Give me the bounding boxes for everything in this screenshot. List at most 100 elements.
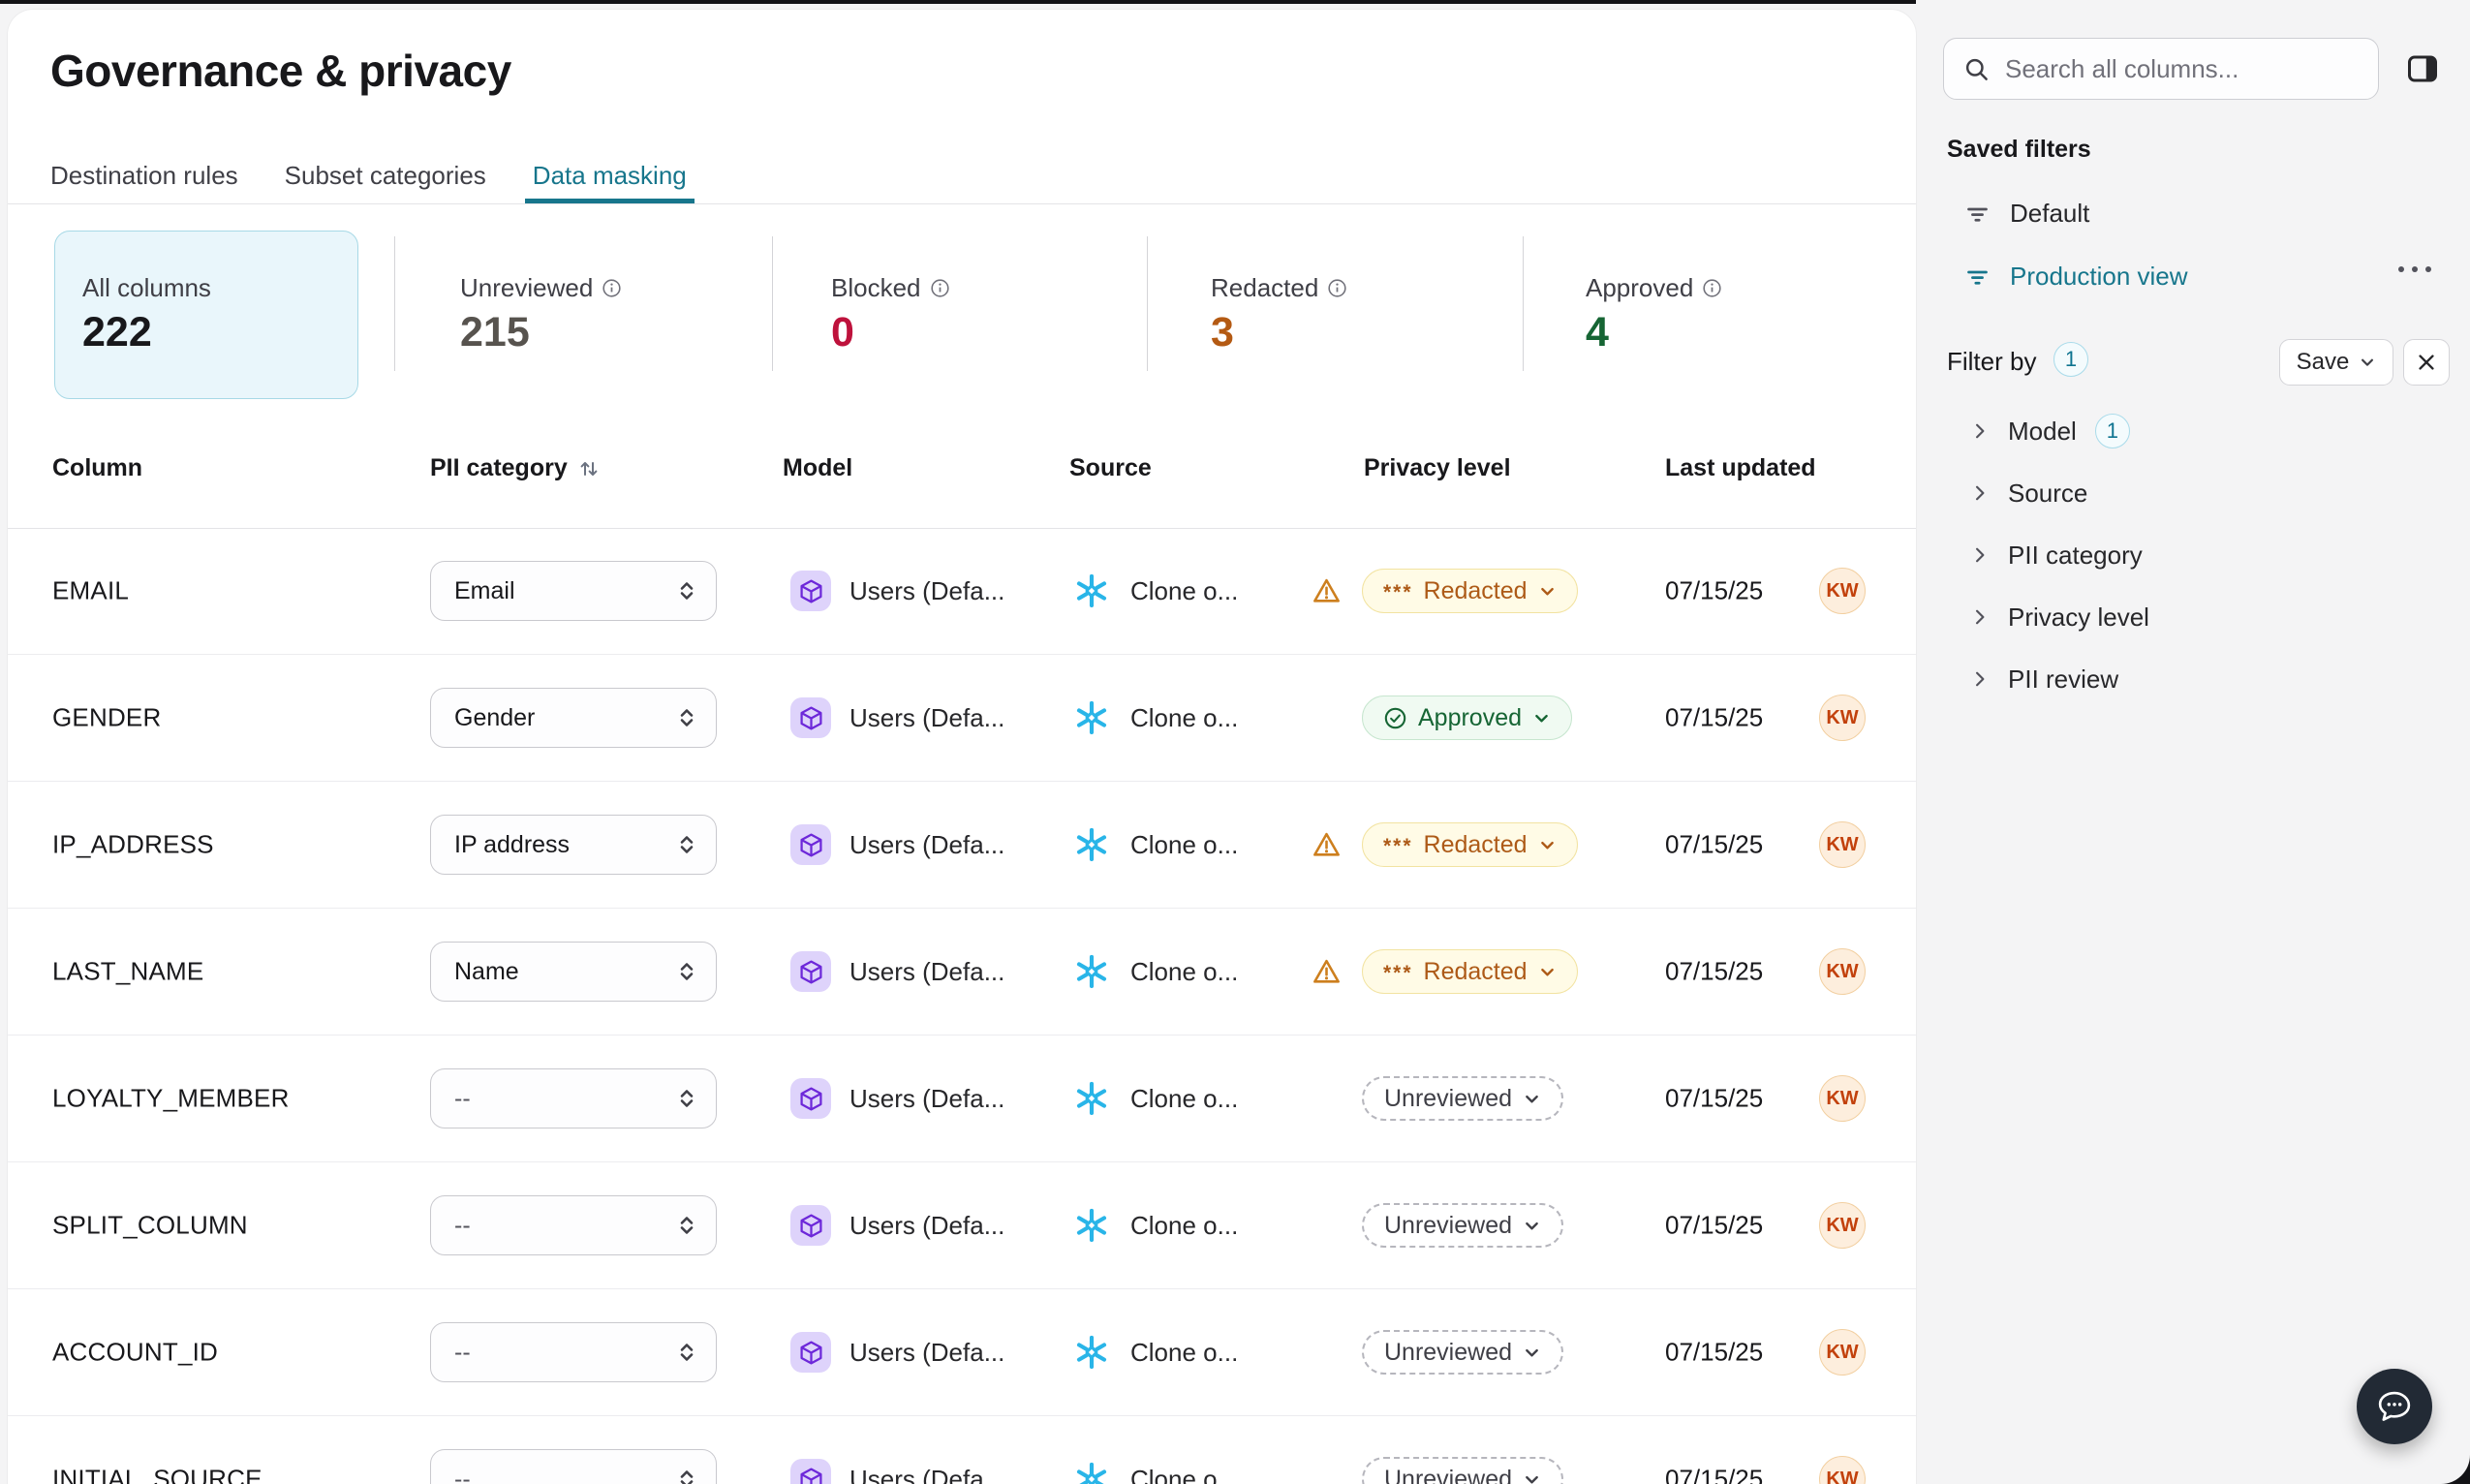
- stats-band: All columns 222 Unreviewed 215 Blocked 0…: [8, 204, 1916, 399]
- filter-group-source[interactable]: Source: [1970, 471, 2087, 515]
- info-icon: [602, 278, 622, 298]
- save-button[interactable]: Save: [2279, 339, 2393, 386]
- last-updated: 07/15/25: [1665, 702, 1764, 732]
- column-name: INITIAL_SOURCE: [52, 1464, 262, 1484]
- stat-divider: [394, 236, 395, 371]
- privacy-level-pill[interactable]: *** Redacted: [1362, 569, 1578, 613]
- table-row: LOYALTY_MEMBER -- Users (Defa... Clone o…: [8, 1036, 1916, 1162]
- snowflake-icon: [1073, 1080, 1110, 1117]
- source-cell: Clone o...: [1073, 1207, 1238, 1244]
- column-header-source: Source: [1069, 454, 1152, 481]
- window-top-edge: [0, 0, 1916, 4]
- snowflake-icon: [1073, 1461, 1110, 1484]
- model-cell: Users (Defa...: [790, 571, 1004, 611]
- chat-support-button[interactable]: [2357, 1369, 2432, 1444]
- close-icon: [2416, 352, 2437, 373]
- snowflake-icon: [1073, 699, 1110, 736]
- source-cell: Clone o...: [1073, 953, 1238, 990]
- stat-divider: [1147, 236, 1148, 371]
- privacy-level-pill[interactable]: Unreviewed: [1362, 1330, 1564, 1375]
- sort-icon[interactable]: [577, 457, 601, 480]
- filter-group-pii-category[interactable]: PII category: [1970, 533, 2143, 577]
- filter-count-badge: 1: [2053, 342, 2088, 377]
- pii-category-select[interactable]: IP address: [430, 815, 717, 875]
- model-icon: [790, 951, 831, 992]
- pii-category-select[interactable]: --: [430, 1068, 717, 1128]
- avatar: KW: [1819, 1329, 1866, 1376]
- pii-category-select[interactable]: --: [430, 1322, 717, 1382]
- source-cell: Clone o...: [1073, 1334, 1238, 1371]
- chevron-down-icon: [1523, 1470, 1541, 1484]
- filter-icon: [1964, 201, 1991, 227]
- stat-divider: [772, 236, 773, 371]
- privacy-level-pill[interactable]: Unreviewed: [1362, 1203, 1564, 1248]
- source-cell: Clone o...: [1073, 1461, 1238, 1484]
- saved-filter-production-view[interactable]: Production view: [1964, 254, 2188, 298]
- filter-group-privacy-level[interactable]: Privacy level: [1970, 595, 2149, 639]
- last-updated: 07/15/25: [1665, 1337, 1764, 1367]
- column-header-privacy-level: Privacy level: [1364, 454, 1511, 481]
- tab-subset-categories[interactable]: Subset categories: [285, 151, 486, 204]
- column-header-pii-category[interactable]: PII category: [430, 454, 601, 482]
- filter-group-pii-review[interactable]: PII review: [1970, 657, 2118, 701]
- stat-label: Unreviewed: [460, 273, 594, 302]
- last-updated: 07/15/25: [1665, 829, 1764, 859]
- search-box[interactable]: [1943, 38, 2379, 100]
- chevron-right-icon: [1970, 669, 1990, 689]
- source-cell: Clone o...: [1073, 1080, 1238, 1117]
- select-updown-icon: [675, 1214, 698, 1237]
- model-cell: Users (Defa...: [790, 697, 1004, 738]
- model-cell: Users (Defa...: [790, 1459, 1004, 1484]
- pii-category-select[interactable]: Name: [430, 942, 717, 1002]
- pii-category-select[interactable]: --: [430, 1195, 717, 1255]
- saved-filters-heading: Saved filters: [1947, 136, 2091, 163]
- column-header-model: Model: [783, 454, 853, 481]
- pii-category-select[interactable]: Gender: [430, 688, 717, 748]
- snowflake-icon: [1073, 953, 1110, 990]
- privacy-level-pill[interactable]: Approved: [1362, 696, 1573, 740]
- select-updown-icon: [675, 579, 698, 603]
- more-options-icon[interactable]: [2398, 266, 2431, 272]
- privacy-level-pill[interactable]: Unreviewed: [1362, 1076, 1564, 1121]
- close-filters-button[interactable]: [2403, 339, 2450, 386]
- pii-category-select[interactable]: --: [430, 1449, 717, 1484]
- avatar: KW: [1819, 1456, 1866, 1484]
- stat-value: 215: [460, 309, 530, 356]
- avatar: KW: [1819, 695, 1866, 741]
- chevron-down-icon: [1523, 1344, 1541, 1362]
- privacy-level-pill[interactable]: *** Redacted: [1362, 822, 1578, 867]
- chat-bubble-icon: [2374, 1386, 2415, 1427]
- pii-category-select[interactable]: Email: [430, 561, 717, 621]
- tab-destination-rules[interactable]: Destination rules: [50, 151, 238, 204]
- model-cell: Users (Defa...: [790, 1205, 1004, 1246]
- warning-icon: [1312, 957, 1342, 987]
- table-row: SPLIT_COLUMN -- Users (Defa... Clone o..…: [8, 1162, 1916, 1289]
- table-row: LAST_NAME Name Users (Defa... Clone o...…: [8, 909, 1916, 1036]
- check-circle-icon: [1383, 706, 1407, 730]
- stat-value: 3: [1211, 309, 1234, 356]
- warning-icon: [1312, 830, 1342, 860]
- stat-divider: [1523, 236, 1524, 371]
- column-name: LOYALTY_MEMBER: [52, 1083, 290, 1113]
- chevron-right-icon: [1970, 545, 1990, 565]
- warning-icon: [1312, 576, 1342, 606]
- panel-toggle-icon: [2405, 51, 2440, 86]
- last-updated: 07/15/25: [1665, 1464, 1764, 1484]
- saved-filter-default[interactable]: Default: [1964, 191, 2089, 235]
- model-icon: [790, 1459, 831, 1484]
- collapse-panel-button[interactable]: [2402, 48, 2443, 89]
- select-updown-icon: [675, 960, 698, 983]
- chevron-down-icon: [1538, 836, 1557, 854]
- filter-group-model[interactable]: Model 1: [1970, 409, 2130, 453]
- model-icon: [790, 697, 831, 738]
- search-input[interactable]: [2003, 52, 2359, 85]
- snowflake-icon: [1073, 572, 1110, 609]
- chevron-down-icon: [1532, 709, 1551, 727]
- chevron-down-icon: [1538, 582, 1557, 601]
- chevron-down-icon: [1523, 1090, 1541, 1108]
- privacy-level-pill[interactable]: Unreviewed: [1362, 1457, 1564, 1484]
- privacy-level-pill[interactable]: *** Redacted: [1362, 949, 1578, 994]
- info-icon: [1702, 278, 1722, 298]
- tab-data-masking[interactable]: Data masking: [524, 151, 695, 204]
- select-updown-icon: [675, 1087, 698, 1110]
